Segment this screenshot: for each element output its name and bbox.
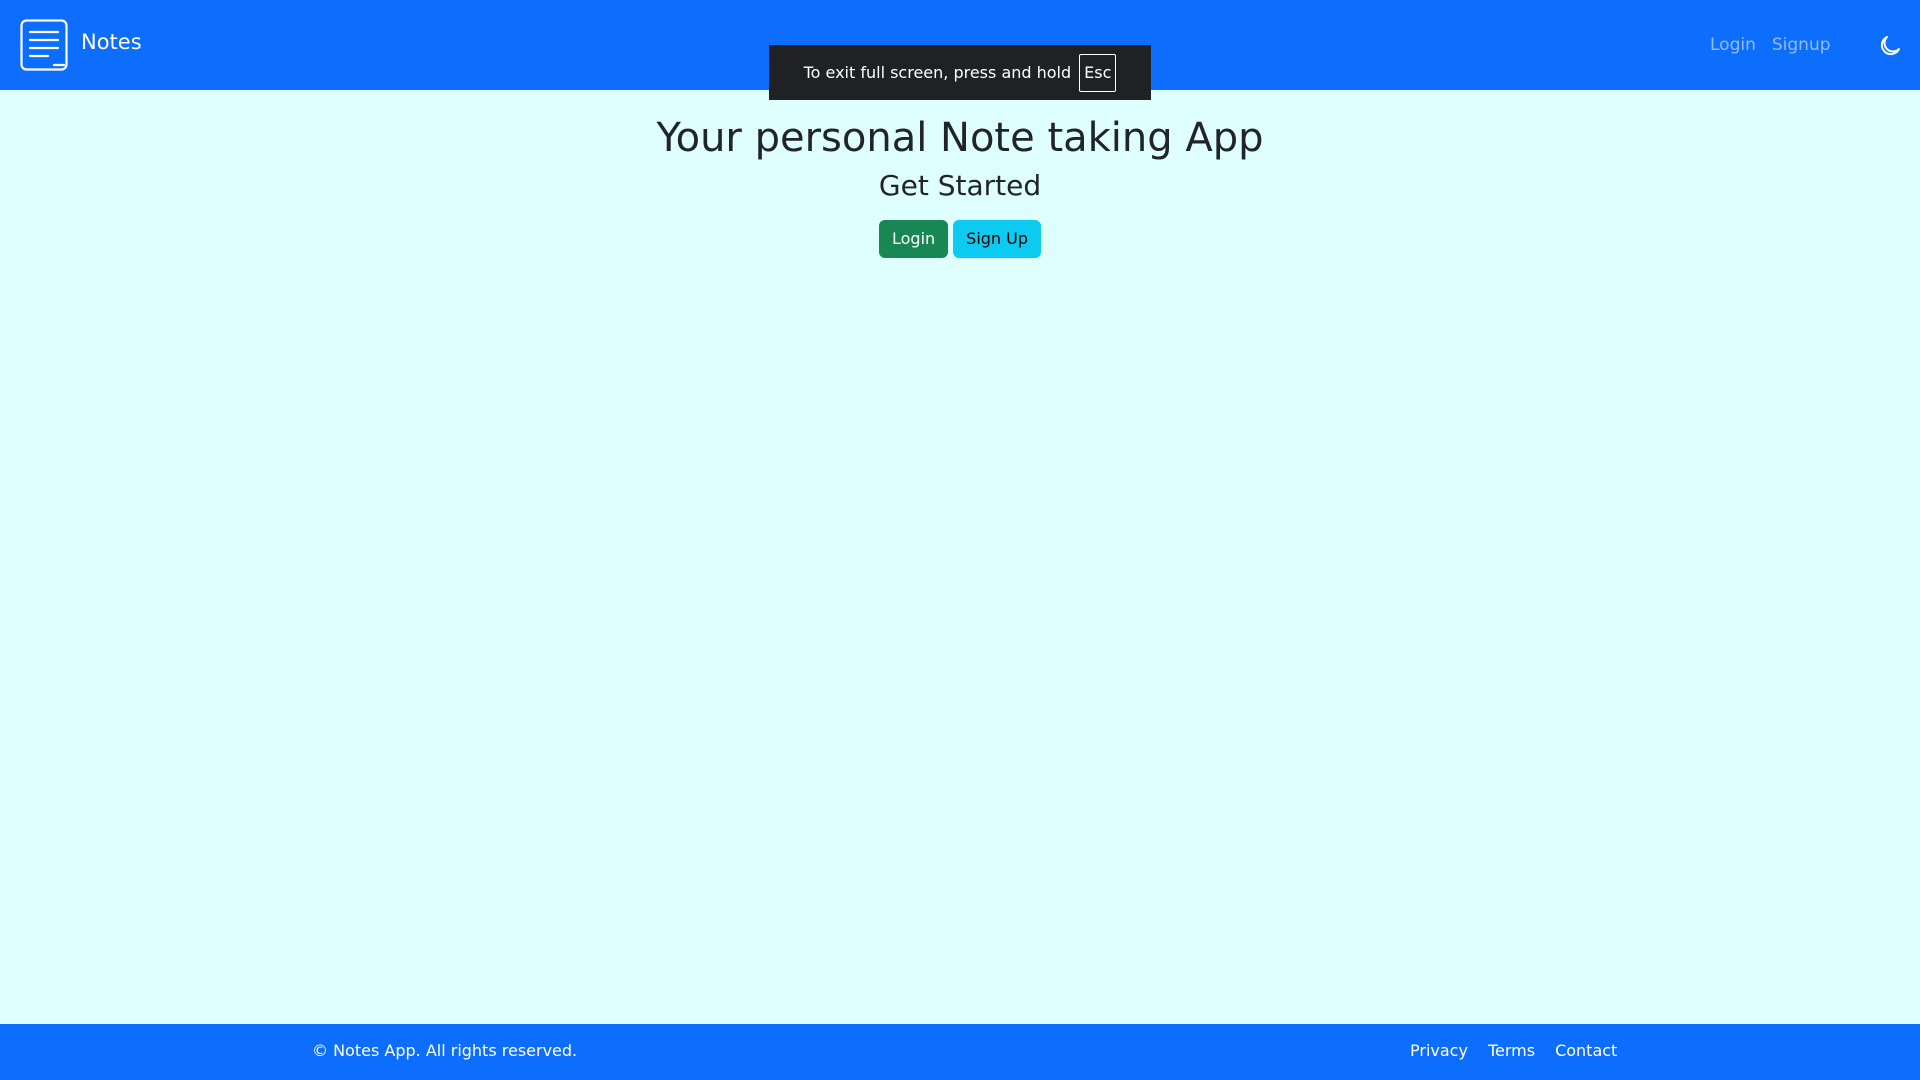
- hero-section: Your personal Note taking App Get Starte…: [0, 112, 1920, 258]
- signup-button[interactable]: Sign Up: [953, 220, 1042, 258]
- hero-subtitle: Get Started: [878, 169, 1042, 202]
- hero-buttons: Login Sign Up: [0, 220, 1920, 258]
- moon-icon[interactable]: [1878, 34, 1902, 58]
- footer: © Notes App. All rights reserved. Privac…: [0, 1024, 1920, 1080]
- brand-text: Notes: [81, 30, 142, 54]
- esc-key-badge: Esc: [1079, 53, 1117, 92]
- footer-link-privacy[interactable]: Privacy: [1410, 1041, 1468, 1061]
- nav-signup-link[interactable]: Signup: [1772, 33, 1831, 57]
- fullscreen-notice: To exit full screen, press and hold Esc: [769, 45, 1151, 100]
- notes-app-icon: [20, 19, 68, 71]
- footer-link-contact[interactable]: Contact: [1555, 1041, 1617, 1061]
- nav-links: Login Signup: [1710, 33, 1831, 57]
- hero-title: Your personal Note taking App: [656, 115, 1264, 161]
- login-button[interactable]: Login: [878, 220, 949, 258]
- footer-link-terms[interactable]: Terms: [1488, 1041, 1535, 1061]
- nav-login-link[interactable]: Login: [1710, 33, 1756, 57]
- copyright-text: © Notes App. All rights reserved.: [312, 1041, 578, 1060]
- brand-link[interactable]: Notes: [20, 19, 142, 71]
- fullscreen-notice-text: To exit full screen, press and hold: [803, 63, 1072, 82]
- footer-links: Privacy Terms Contact: [1410, 1041, 1617, 1061]
